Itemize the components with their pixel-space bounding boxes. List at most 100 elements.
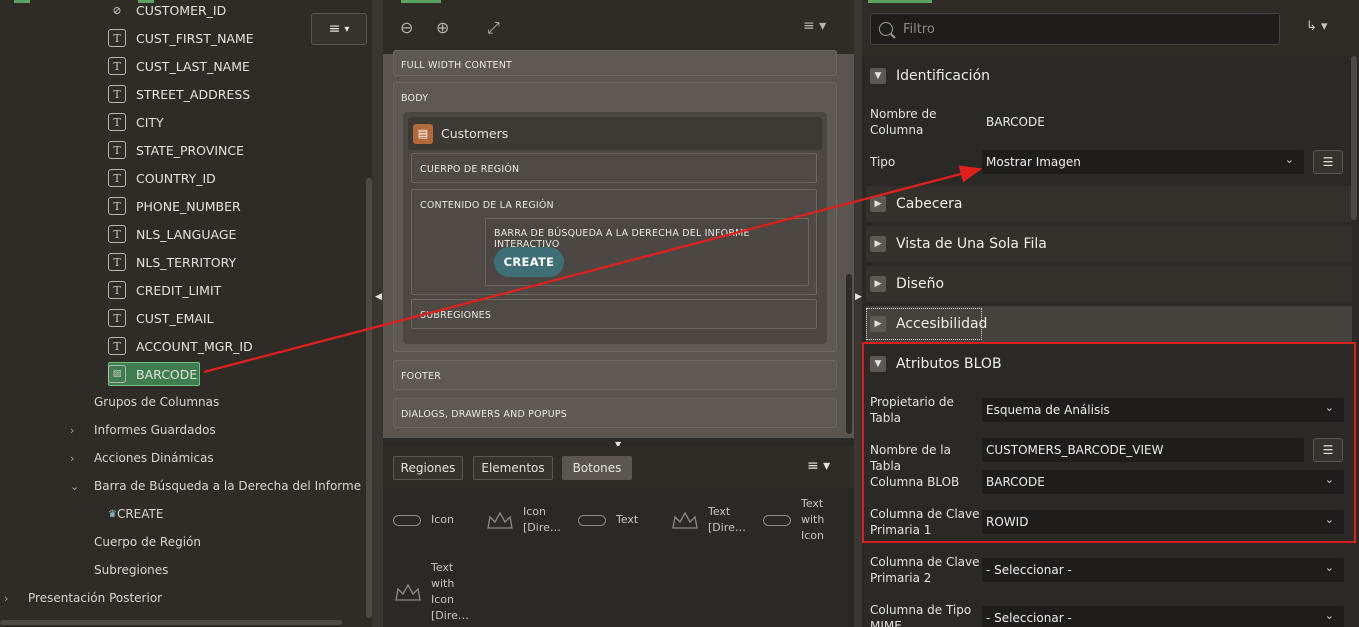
section-title: Atributos BLOB <box>896 356 1002 372</box>
vertical-scrollbar[interactable] <box>1351 56 1357 220</box>
hamburger-icon: ≡ <box>328 21 341 37</box>
chevron-down-icon: ▾ <box>344 23 350 35</box>
tree-item-column[interactable]: T PHONE_NUMBER <box>108 192 241 220</box>
tree-item-column-barcode[interactable]: ▨ BARCODE <box>108 360 197 388</box>
gallery-item-label: Text with Icon [Dire… <box>431 561 469 622</box>
tree-item-column[interactable]: T NLS_LANGUAGE <box>108 220 236 248</box>
tree-item-column[interactable]: T STATE_PROVINCE <box>108 136 244 164</box>
tree-item-column[interactable]: T CITY <box>108 108 164 136</box>
tree-item-column[interactable]: T CUST_LAST_NAME <box>108 52 250 80</box>
tree-item-column[interactable]: T STREET_ADDRESS <box>108 80 250 108</box>
create-button[interactable]: CREATE <box>494 247 564 277</box>
tree-item-post-rendering[interactable]: › Presentación Posterior <box>4 584 162 612</box>
chevron-right-icon[interactable]: › <box>70 424 82 437</box>
section-title: Vista de Una Sola Fila <box>896 236 1047 252</box>
chevron-down-icon: ▼ <box>870 68 886 84</box>
tree-item-saved-reports[interactable]: › Informes Guardados <box>70 416 216 444</box>
list-picker-button[interactable]: ☰ <box>1313 438 1343 462</box>
pk2-select[interactable]: - Seleccionar - ⌄ <box>982 558 1344 582</box>
pk1-select[interactable]: ROWID ⌄ <box>982 510 1344 534</box>
mime-select[interactable]: - Seleccionar - ⌄ <box>982 606 1344 627</box>
chevron-right-icon: ▶ <box>870 276 886 292</box>
horizontal-scrollbar[interactable] <box>0 620 342 625</box>
collapse-left-icon[interactable]: ◀ <box>375 292 382 302</box>
tree-item-label: CUST_LAST_NAME <box>136 58 250 74</box>
vertical-scrollbar[interactable] <box>846 274 852 434</box>
table-owner-select[interactable]: Esquema de Análisis ⌄ <box>982 398 1344 422</box>
go-to-group-icon[interactable]: ↳ ▾ <box>1306 19 1328 34</box>
region-header[interactable]: ▤ Customers <box>408 117 822 150</box>
slot-label: FOOTER <box>401 371 442 382</box>
dialogs-slot[interactable]: DIALOGS, DRAWERS AND POPUPS <box>393 398 837 428</box>
right-splitter[interactable]: ▶ <box>854 0 862 627</box>
tree-item-column[interactable]: T CREDIT_LIMIT <box>108 276 221 304</box>
layout-menu-icon[interactable]: ≡ ▾ <box>803 18 826 34</box>
zoom-in-icon[interactable]: ⊕ <box>436 18 449 37</box>
tree-item-subregions[interactable]: Subregiones <box>94 556 168 584</box>
section-header[interactable]: ▶ Cabecera <box>866 186 1352 222</box>
chevron-down-icon: ⌄ <box>1324 561 1334 574</box>
tree-menu-button[interactable]: ≡ ▾ <box>311 13 367 45</box>
blob-column-select[interactable]: BARCODE ⌄ <box>982 470 1344 494</box>
tree-item-column[interactable]: T CUST_FIRST_NAME <box>108 24 254 52</box>
tree-item-column-groups[interactable]: Grupos de Columnas <box>94 388 219 416</box>
chevron-right-icon: ▶ <box>870 236 886 252</box>
gallery-item-text[interactable]: Text <box>578 512 638 528</box>
collapse-right-icon[interactable]: ▶ <box>855 292 862 302</box>
gallery-item-text-with-icon[interactable]: Text with Icon <box>763 496 824 544</box>
tab-items[interactable]: Elementos <box>473 456 553 480</box>
section-single-row-view[interactable]: ▶ Vista de Una Sola Fila <box>866 226 1352 262</box>
type-select[interactable]: Mostrar Imagen ⌄ <box>982 150 1304 174</box>
chevron-right-icon[interactable]: › <box>4 592 16 605</box>
tree-item-region-body[interactable]: Cuerpo de Región <box>94 528 201 556</box>
button-shape-icon <box>578 514 606 526</box>
gallery-item-text-with-icon-direction[interactable]: Text with Icon [Dire… <box>393 560 469 624</box>
tab-buttons[interactable]: Botones <box>562 456 632 480</box>
chevron-down-icon[interactable]: ⌄ <box>70 480 82 493</box>
gallery-item-icon[interactable]: Icon <box>393 512 454 528</box>
pk2-label: Columna de Clave Primaria 2 <box>870 555 980 585</box>
region-body-slot[interactable]: CUERPO DE REGIÓN <box>411 153 817 183</box>
tree-item-column[interactable]: ⊘ CUSTOMER_ID <box>108 0 226 24</box>
tree-item-column[interactable]: T COUNTRY_ID <box>108 164 216 192</box>
tree-item-column[interactable]: T ACCOUNT_MGR_ID <box>108 332 253 360</box>
tree-item-label: Informes Guardados <box>94 423 216 437</box>
tree-item-column[interactable]: T NLS_TERRITORY <box>108 248 236 276</box>
tree-item-label: BARCODE <box>136 366 198 382</box>
table-name-input[interactable]: CUSTOMERS_BARCODE_VIEW <box>982 438 1304 462</box>
gallery-item-icon-direction[interactable]: Icon [Dire… <box>485 504 561 536</box>
full-width-content-slot[interactable]: FULL WIDTH CONTENT <box>393 50 837 76</box>
section-layout[interactable]: ▶ Diseño <box>866 266 1352 302</box>
gallery-item-text-direction[interactable]: Text [Dire… <box>670 504 746 536</box>
list-icon: ☰ <box>1322 155 1334 169</box>
filter-input[interactable]: Filtro <box>870 13 1280 45</box>
expand-icon[interactable]: ⤢ <box>487 18 500 38</box>
tree-item-dynamic-actions[interactable]: › Acciones Dinámicas <box>70 444 214 472</box>
gallery-item-label: Text with Icon <box>801 497 825 542</box>
button-shape-icon <box>393 514 421 526</box>
blob-column-value: BARCODE <box>986 475 1045 489</box>
property-editor: Filtro ↳ ▾ ▼ Identificación Nombre de Co… <box>862 0 1359 627</box>
subregions-slot[interactable]: SUBREGIONES <box>411 299 817 329</box>
text-column-icon: T <box>108 85 126 103</box>
gallery-menu-icon[interactable]: ≡ ▾ <box>807 458 830 474</box>
section-title: Cabecera <box>896 196 963 212</box>
section-blob-attributes[interactable]: ▼ Atributos BLOB <box>866 346 1352 382</box>
section-identification[interactable]: ▼ Identificación <box>866 58 1352 94</box>
tab-indicator <box>868 0 932 3</box>
text-column-icon: T <box>108 141 126 159</box>
footer-slot[interactable]: FOOTER <box>393 360 837 390</box>
table-name-label: Nombre de la Tabla <box>870 443 951 473</box>
zoom-out-icon[interactable]: ⊖ <box>400 18 413 37</box>
tab-regions[interactable]: Regiones <box>393 456 463 480</box>
chevron-right-icon[interactable]: › <box>70 452 82 465</box>
pk1-value: ROWID <box>986 515 1029 529</box>
type-label: Tipo <box>870 155 896 169</box>
report-icon: ▤ <box>413 123 433 144</box>
tree-item-search-bar[interactable]: ⌄ Barra de Búsqueda a la Derecha del Inf… <box>70 472 372 500</box>
left-splitter[interactable]: ◀ <box>372 0 383 627</box>
list-picker-button[interactable]: ☰ <box>1313 150 1343 174</box>
tree-item-column[interactable]: T CUST_EMAIL <box>108 304 214 332</box>
tree-item-create-button[interactable]: ♛ CREATE <box>108 500 163 528</box>
tree-item-label: Grupos de Columnas <box>94 395 220 409</box>
